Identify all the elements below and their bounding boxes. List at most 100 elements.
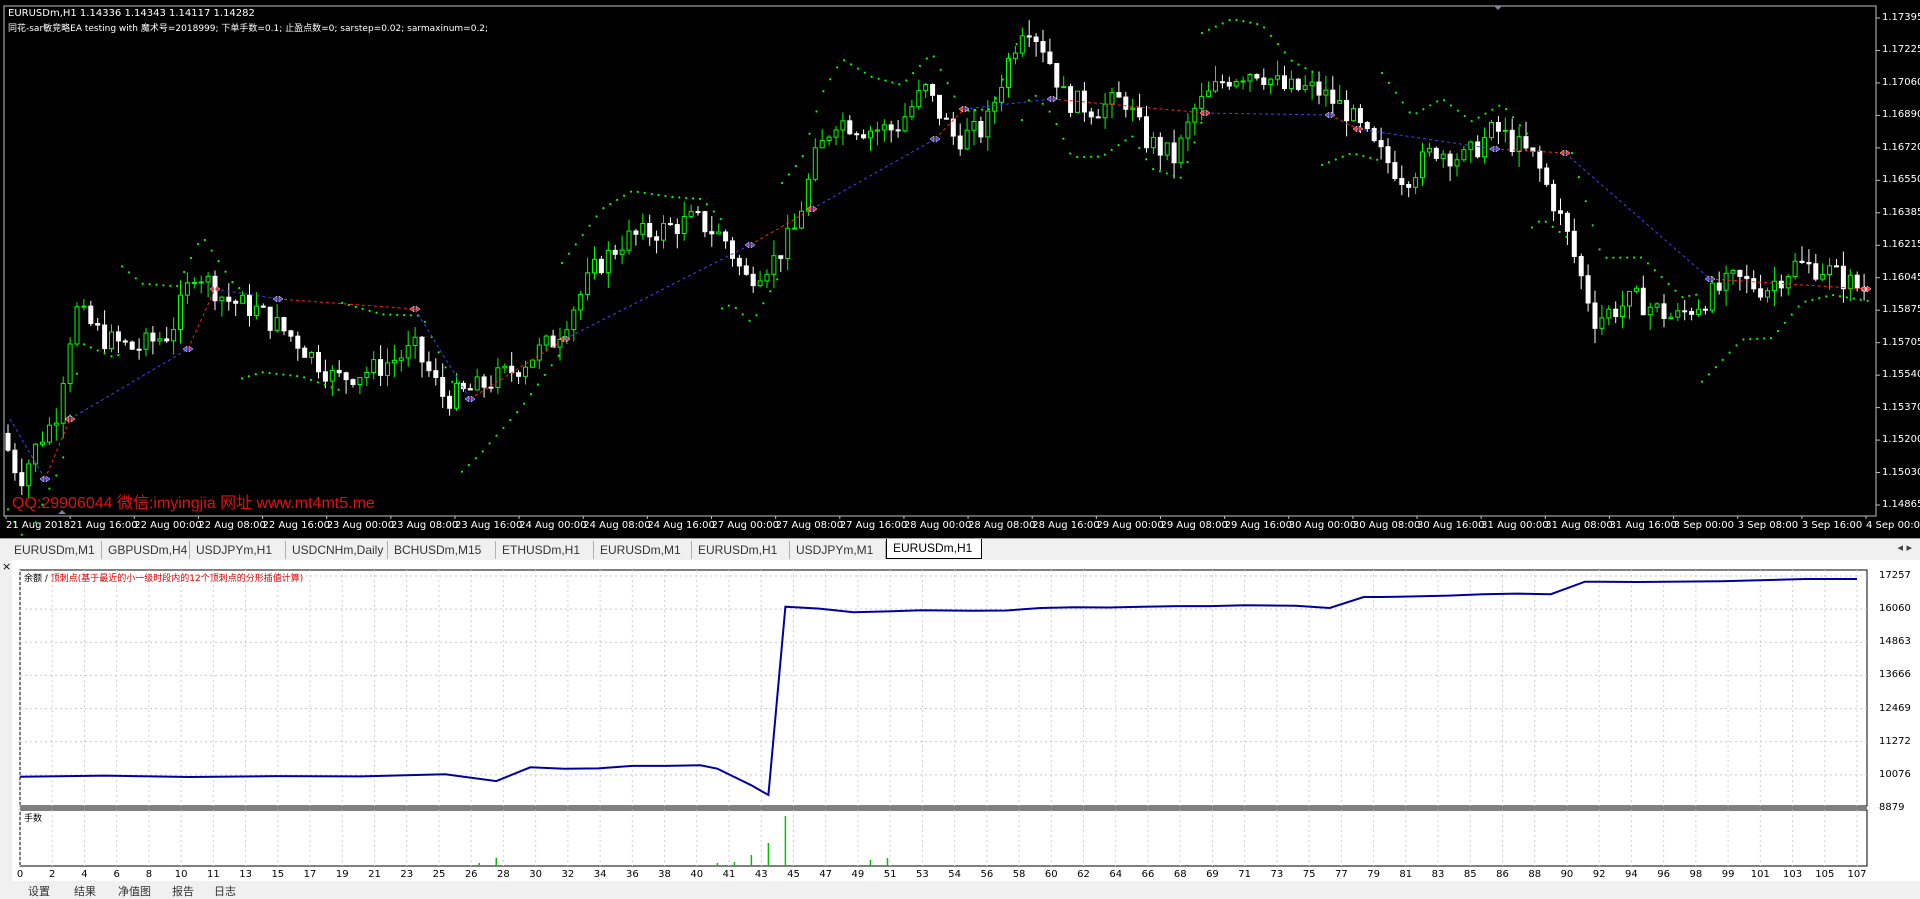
- sar-dot: [196, 242, 199, 246]
- sar-dot: [141, 282, 144, 285]
- tab-eurusdm-m1[interactable]: EURUSDm,M1: [594, 541, 692, 559]
- sar-dot: [1825, 295, 1828, 298]
- sar-dot: [692, 197, 695, 200]
- tester-tab-0[interactable]: 设置: [28, 883, 50, 899]
- sar-dot: [815, 110, 818, 113]
- x-tick: 36: [625, 869, 639, 880]
- candle: [1061, 76, 1067, 89]
- sar-dot: [849, 63, 853, 66]
- sar-dot: [488, 442, 491, 445]
- sar-dot: [1380, 71, 1384, 75]
- sar-dot: [1756, 337, 1759, 340]
- candle: [529, 359, 535, 369]
- sar-dot: [912, 72, 915, 75]
- tab-scroll-arrows[interactable]: ◂ ▸: [1897, 541, 1912, 554]
- sar-dot: [1311, 70, 1314, 73]
- tab-usdjpym-m1[interactable]: USDJPYm,M1: [790, 541, 886, 559]
- tab-eurusdm-h1[interactable]: EURUSDm,H1: [692, 541, 790, 559]
- sar-dot: [117, 354, 120, 357]
- sar-dot: [120, 265, 124, 268]
- candlestick-series: [5, 20, 1867, 499]
- x-tick: 99: [1721, 869, 1735, 880]
- sar-dot: [1700, 380, 1704, 383]
- time-tick: 24 Aug 00:00: [519, 520, 587, 531]
- x-tick: 15: [271, 869, 285, 880]
- candle: [819, 129, 825, 149]
- sar-dot: [1558, 230, 1561, 234]
- sar-dot: [1089, 155, 1093, 158]
- tab-usdcnhm-daily[interactable]: USDCNHm,Daily: [286, 541, 388, 559]
- tester-tab-2[interactable]: 净值图: [118, 883, 151, 899]
- candle: [1606, 305, 1612, 326]
- sar-dot: [1742, 338, 1745, 341]
- candle: [1047, 38, 1053, 65]
- candle: [247, 284, 252, 327]
- trade-line: [1564, 152, 1711, 280]
- x-tick: 98: [1689, 869, 1703, 880]
- x-tick: 105: [1815, 869, 1835, 880]
- sar-dot: [616, 198, 619, 201]
- sar-dot: [609, 202, 612, 206]
- x-tick: 53: [916, 869, 929, 880]
- candle: [605, 241, 611, 289]
- candle: [874, 121, 880, 146]
- tab-usdjpym-h1[interactable]: USDJPYm,H1: [190, 541, 286, 559]
- sar-dot: [712, 210, 715, 213]
- sar-dot: [1193, 141, 1196, 144]
- sar-dot: [1387, 81, 1390, 84]
- sar-dot: [55, 474, 58, 477]
- tab-eurusdm-m1[interactable]: EURUSDm,M1: [8, 541, 102, 559]
- tab-bchusdm-m15[interactable]: BCHUSDm,M15: [388, 541, 496, 559]
- shift-marker-icon[interactable]: [1494, 6, 1502, 10]
- candle: [1765, 287, 1770, 303]
- time-tick: 3 Sep 08:00: [1737, 520, 1799, 531]
- candle: [1592, 290, 1598, 344]
- sar-dot: [1633, 256, 1636, 259]
- sar-dot: [361, 307, 364, 310]
- sar-dot: [309, 378, 313, 381]
- sar-dot: [636, 190, 640, 193]
- tester-tab-3[interactable]: 报告: [172, 883, 194, 899]
- tester-tab-4[interactable]: 日志: [214, 883, 236, 899]
- tester-bottom-tabs: 设置 结果 净值图 报告 日志: [0, 881, 1920, 898]
- price-chart-canvas[interactable]: [0, 0, 1920, 538]
- sar-dot: [303, 376, 306, 379]
- candle: [916, 79, 922, 110]
- candle: [764, 269, 770, 288]
- candle: [1730, 268, 1736, 285]
- candle: [985, 100, 991, 151]
- candle: [433, 358, 439, 386]
- candle: [274, 304, 280, 333]
- tab-gbpusdm-h4[interactable]: GBPUSDm,H4: [102, 541, 190, 559]
- trade-line: [1357, 128, 1496, 150]
- trade-line: [1051, 98, 1206, 114]
- candle: [1426, 142, 1432, 157]
- candle: [67, 337, 73, 393]
- candle: [1813, 254, 1819, 282]
- price-chart-window[interactable]: EURUSDm,H1 1.14336 1.14343 1.14117 1.142…: [0, 0, 1920, 538]
- candle: [1102, 92, 1108, 129]
- sar-dot: [247, 375, 250, 378]
- sar-dot: [210, 249, 213, 252]
- candle: [1178, 134, 1184, 169]
- x-tick: 88: [1528, 869, 1542, 880]
- sar-dot: [1707, 373, 1710, 376]
- tester-tab-1[interactable]: 结果: [74, 883, 96, 899]
- sar-dot: [946, 82, 949, 85]
- sar-dot: [1797, 305, 1800, 308]
- candle: [33, 442, 39, 472]
- candle: [1502, 117, 1508, 143]
- candle: [309, 351, 315, 364]
- tab-ethusdm-h1[interactable]: ETHUSDm,H1: [496, 541, 594, 559]
- x-tick: 45: [787, 869, 800, 880]
- close-icon[interactable]: ×: [2, 560, 11, 573]
- candle: [329, 365, 335, 396]
- candle: [1420, 143, 1425, 186]
- sar-dot: [741, 313, 744, 316]
- candle: [385, 348, 390, 387]
- candle: [1295, 78, 1301, 92]
- sar-dot: [1083, 155, 1086, 159]
- tab-eurusdm-h1[interactable]: EURUSDm,H1: [886, 539, 982, 559]
- candle: [509, 351, 515, 382]
- sar-dot: [1152, 168, 1155, 171]
